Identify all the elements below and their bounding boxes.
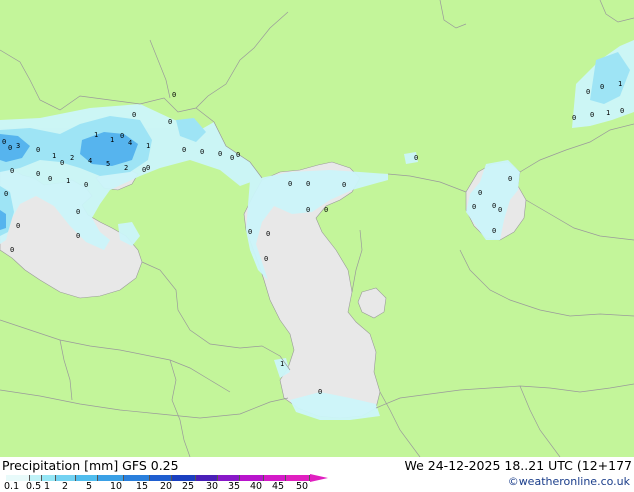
forecast-datetime: We 24-12-2025 18..21 UTC (12+177	[404, 458, 632, 473]
precip-value-label: 0	[492, 202, 496, 210]
precip-value-label: 0	[60, 159, 64, 167]
precip-value-label: 0	[4, 190, 8, 198]
precip-value-label: 1	[606, 109, 610, 117]
precip-value-label: 0	[48, 175, 52, 183]
precip-value-label: 0	[230, 154, 234, 162]
precip-value-label: 4	[88, 157, 92, 165]
precip-value-label: 0	[2, 138, 6, 146]
precip-value-label: 0	[414, 154, 418, 162]
precip-value-label: 0	[572, 114, 576, 122]
precip-value-label: 0	[200, 148, 204, 156]
precip-value-label: 0	[264, 255, 268, 263]
precip-value-label: 0	[76, 232, 80, 240]
precip-value-label: 2	[70, 154, 74, 162]
precip-value-label: 1	[52, 152, 56, 160]
precip-value-label: 5	[106, 160, 110, 168]
precip-value-label: 1	[146, 142, 150, 150]
precip-value-label: 0	[182, 146, 186, 154]
precip-value-label: 0	[8, 144, 12, 152]
precip-value-label: 0	[472, 203, 476, 211]
precip-value-label: 0	[146, 164, 150, 172]
precip-value-label: 0	[248, 228, 252, 236]
precip-value-label: 0	[306, 180, 310, 188]
precip-value-label: 1	[110, 136, 114, 144]
precip-value-label: 0	[288, 180, 292, 188]
precip-value-label: 0	[132, 111, 136, 119]
precip-value-label: 2	[124, 164, 128, 172]
precip-value-label: 0	[318, 388, 322, 396]
precip-value-label: 3	[16, 142, 20, 150]
precip-value-label: 0	[84, 181, 88, 189]
scale-arrow-icon	[310, 474, 328, 482]
precip-value-label: 1	[66, 177, 70, 185]
precip-value-label: 0	[492, 227, 496, 235]
precip-value-label: 0	[168, 118, 172, 126]
precip-value-label: 0	[36, 170, 40, 178]
precip-value-label: 0	[324, 206, 328, 214]
precip-value-label: 4	[128, 139, 132, 147]
precip-value-label: 0	[620, 107, 624, 115]
map-title: Precipitation [mm] GFS 0.25	[2, 458, 179, 473]
precip-value-label: 0	[586, 88, 590, 96]
precip-value-label: 0	[36, 146, 40, 154]
precip-value-label: 0	[600, 83, 604, 91]
precip-value-label: 0	[478, 189, 482, 197]
precip-value-label: 0	[16, 222, 20, 230]
precipitation-map: 0 3 01 2 4 511 4 12 00 1 00000000000 0 0 00 0 00 00 00000…	[0, 0, 634, 457]
precip-value-label: 0	[10, 246, 14, 254]
precip-value-label: 0	[498, 206, 502, 214]
source-credit-link[interactable]: ©weatheronline.co.uk	[508, 475, 630, 489]
precip-value-label: 0	[342, 181, 346, 189]
precip-value-label: 0	[508, 175, 512, 183]
precip-value-label: 0	[120, 132, 124, 140]
precip-value-label: 1	[94, 131, 98, 139]
precip-value-label: 0	[76, 208, 80, 216]
precip-value-label: 1	[618, 80, 622, 88]
precip-value-label: 0	[266, 230, 270, 238]
precip-value-label: 1	[280, 360, 284, 368]
precip-value-label: 0	[236, 151, 240, 159]
precip-value-label: 0	[306, 206, 310, 214]
precip-value-label: 0	[218, 150, 222, 158]
precip-value-label: 0	[590, 111, 594, 119]
precip-value-label: 0	[172, 91, 176, 99]
precip-value-label: 0	[10, 167, 14, 175]
